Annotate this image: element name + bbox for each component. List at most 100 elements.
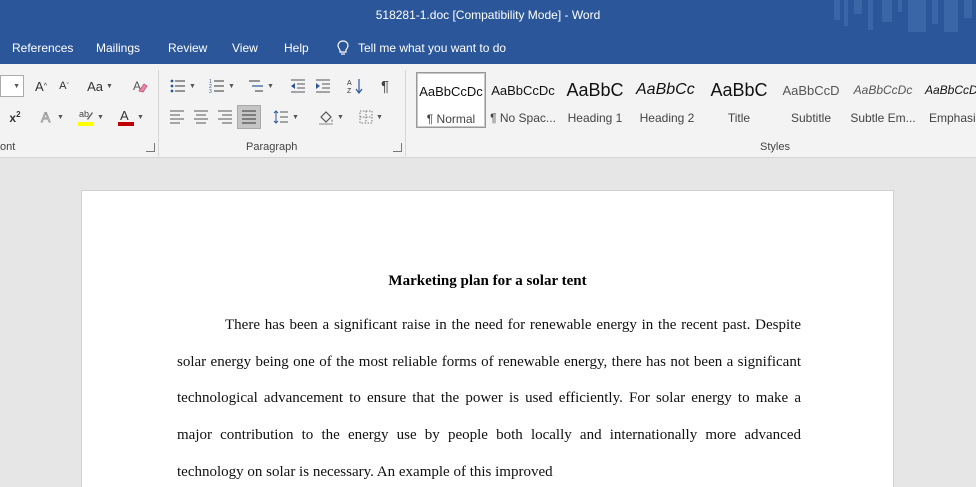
align-center-button[interactable] bbox=[190, 106, 212, 128]
font-size-combo[interactable]: ▼ bbox=[0, 75, 24, 97]
shrink-font-button[interactable]: Aˇ bbox=[55, 75, 73, 97]
style-heading-1[interactable]: AaBbC Heading 1 bbox=[560, 72, 630, 128]
text-effects-icon: A bbox=[41, 110, 52, 124]
chevron-down-icon: ▼ bbox=[97, 113, 104, 121]
line-spacing-button[interactable]: ▼ bbox=[270, 106, 302, 128]
change-case-icon: Aa bbox=[87, 78, 103, 94]
style-name: ¶ Normal bbox=[426, 112, 476, 126]
tell-me-search[interactable]: Tell me what you want to do bbox=[337, 40, 506, 56]
svg-text:A: A bbox=[120, 108, 129, 123]
style-preview: AaBbCcDc bbox=[419, 84, 483, 99]
style-emphasis[interactable]: AaBbCcD Emphasis bbox=[920, 72, 976, 128]
style-name: Title bbox=[727, 111, 751, 125]
multilevel-list-button[interactable]: ▼ bbox=[244, 75, 278, 97]
svg-text:A: A bbox=[347, 80, 352, 87]
sort-icon: AZ bbox=[347, 79, 363, 94]
chevron-down-icon: ▼ bbox=[337, 113, 344, 121]
decrease-indent-icon bbox=[291, 79, 305, 93]
styles-group-label: Styles bbox=[760, 141, 790, 153]
font-color-swatch bbox=[118, 122, 135, 126]
lightbulb-icon bbox=[337, 40, 349, 55]
grow-font-button[interactable]: A ^ bbox=[32, 75, 50, 97]
document-canvas: Marketing plan for a solar tent There ha… bbox=[0, 158, 976, 487]
decrease-indent-button[interactable] bbox=[287, 75, 309, 97]
decrease-caret-icon: ˇ bbox=[66, 82, 69, 90]
chevron-down-icon: ▼ bbox=[137, 113, 144, 121]
chevron-down-icon: ▼ bbox=[57, 113, 64, 121]
paint-bucket-icon bbox=[319, 111, 334, 125]
chevron-down-icon: ▼ bbox=[105, 82, 113, 90]
show-formatting-marks-button[interactable]: ¶ bbox=[374, 75, 396, 97]
style-preview: AaBbCcDc bbox=[853, 83, 913, 97]
superscript-icon: x2 bbox=[9, 110, 20, 125]
paragraph-group-label: Paragraph bbox=[246, 141, 298, 153]
chevron-down-icon: ▼ bbox=[376, 113, 383, 121]
justify-icon bbox=[242, 110, 256, 124]
clear-formatting-button[interactable]: A bbox=[130, 75, 150, 97]
increase-indent-icon bbox=[316, 79, 330, 93]
shading-button[interactable]: ▼ bbox=[314, 106, 348, 128]
borders-icon bbox=[359, 110, 373, 124]
style-name: Subtitle bbox=[790, 111, 832, 125]
style-name: ¶ No Spac... bbox=[490, 111, 556, 125]
paragraph-dialog-launcher-icon[interactable] bbox=[393, 143, 402, 152]
document-page[interactable]: Marketing plan for a solar tent There ha… bbox=[81, 190, 894, 487]
tab-help[interactable]: Help bbox=[284, 41, 309, 55]
highlight-swatch bbox=[78, 122, 95, 126]
style-preview: AaBbC bbox=[566, 80, 624, 100]
align-right-button[interactable] bbox=[214, 106, 236, 128]
style-subtle-emphasis[interactable]: AaBbCcDc Subtle Em... bbox=[848, 72, 918, 128]
grow-font-icon: A bbox=[35, 78, 44, 94]
group-separator bbox=[158, 70, 159, 156]
style-subtitle[interactable]: AaBbCcD Subtitle bbox=[776, 72, 846, 128]
justify-button[interactable] bbox=[237, 105, 261, 129]
text-effects-button[interactable]: A ▼ bbox=[36, 106, 68, 128]
style-title[interactable]: AaBbC Title bbox=[704, 72, 774, 128]
line-spacing-icon bbox=[273, 110, 289, 124]
style-preview: AaBbCc bbox=[636, 81, 695, 98]
styles-gallery: AaBbCcDc ¶ Normal AaBbCcDc ¶ No Spac... … bbox=[414, 70, 976, 132]
chevron-down-icon: ▼ bbox=[189, 82, 196, 90]
font-group-label: ont bbox=[0, 141, 16, 153]
align-center-icon bbox=[194, 110, 208, 124]
superscript-exponent: 2 bbox=[16, 109, 21, 119]
svg-text:Z: Z bbox=[347, 88, 352, 94]
group-separator bbox=[405, 70, 406, 156]
style-normal[interactable]: AaBbCcDc ¶ Normal bbox=[416, 72, 486, 128]
superscript-button[interactable]: x2 bbox=[4, 106, 26, 128]
font-color-button[interactable]: A ▼ bbox=[114, 106, 148, 128]
style-preview: AaBbCcDc bbox=[491, 83, 555, 98]
tab-view[interactable]: View bbox=[232, 41, 258, 55]
chevron-down-icon: ▼ bbox=[13, 82, 20, 90]
svg-text:3: 3 bbox=[209, 89, 212, 93]
style-name: Heading 1 bbox=[567, 111, 623, 125]
multilevel-list-icon bbox=[249, 80, 264, 92]
sort-button[interactable]: AZ bbox=[344, 75, 366, 97]
font-color-icon: A bbox=[118, 108, 135, 126]
bullets-button[interactable]: ▼ bbox=[166, 75, 200, 97]
svg-text:ab: ab bbox=[79, 109, 89, 119]
align-left-icon bbox=[170, 110, 184, 124]
chevron-down-icon: ▼ bbox=[292, 113, 299, 121]
increase-indent-button[interactable] bbox=[312, 75, 334, 97]
numbering-icon: 1 2 3 bbox=[209, 79, 225, 93]
style-heading-2[interactable]: AaBbCc Heading 2 bbox=[632, 72, 702, 128]
tab-references[interactable]: References bbox=[12, 41, 73, 55]
tab-review[interactable]: Review bbox=[168, 41, 207, 55]
tab-mailings[interactable]: Mailings bbox=[96, 41, 140, 55]
change-case-button[interactable]: Aa ▼ bbox=[84, 75, 116, 97]
style-no-spacing[interactable]: AaBbCcDc ¶ No Spac... bbox=[488, 72, 558, 128]
borders-button[interactable]: ▼ bbox=[354, 106, 388, 128]
tell-me-label: Tell me what you want to do bbox=[358, 41, 507, 55]
increase-caret-icon: ^ bbox=[43, 82, 47, 90]
style-preview: AaBbCcD bbox=[925, 83, 976, 97]
ribbon-tab-bar: References Mailings Review View Help Tel… bbox=[0, 32, 976, 64]
font-dialog-launcher-icon[interactable] bbox=[146, 143, 155, 152]
svg-text:A: A bbox=[41, 110, 51, 124]
chevron-down-icon: ▼ bbox=[228, 82, 235, 90]
align-left-button[interactable] bbox=[166, 106, 188, 128]
highlight-color-button[interactable]: ab ▼ bbox=[74, 106, 108, 128]
numbering-button[interactable]: 1 2 3 ▼ bbox=[205, 75, 239, 97]
shrink-font-icon: A bbox=[59, 80, 67, 92]
style-preview: AaBbCcD bbox=[782, 83, 840, 98]
